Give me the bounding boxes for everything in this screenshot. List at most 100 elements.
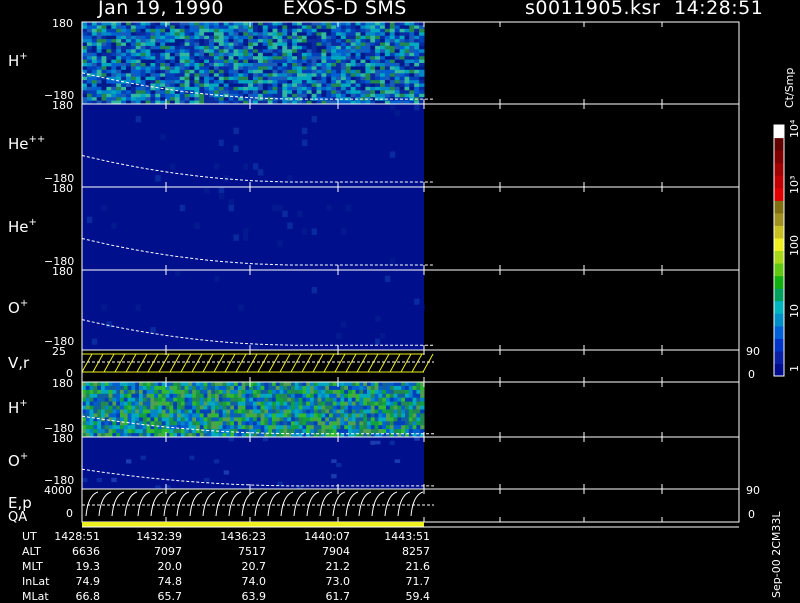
spectro-cell — [145, 139, 151, 146]
spectro-cell — [302, 421, 307, 426]
spectro-cell — [321, 405, 326, 410]
spectro-cell — [313, 397, 319, 403]
spectro-cell — [306, 401, 311, 406]
spectro-cell — [363, 413, 368, 418]
footer-cell: 1436:23 — [220, 530, 266, 543]
spectro-cell — [348, 393, 353, 399]
spectro-cell — [355, 28, 361, 33]
spectro-cell — [233, 32, 239, 37]
spectro-cell — [380, 69, 386, 74]
spectro-cell — [326, 76, 332, 81]
spectro-cell — [389, 56, 396, 61]
spectro-cell — [199, 382, 205, 387]
spectro-cell — [194, 470, 200, 475]
spectro-cell — [262, 477, 269, 483]
spectro-cell — [91, 76, 98, 81]
spectro-cell — [116, 97, 122, 102]
spectro-cell — [297, 287, 303, 294]
spectro-cell — [297, 69, 303, 74]
spectro-cell — [348, 401, 353, 406]
spectro-cell — [267, 45, 274, 50]
spectro-cell — [365, 56, 371, 61]
spectro-cell — [350, 59, 357, 64]
spectro-cell — [329, 401, 334, 406]
spectro-cell — [272, 80, 278, 84]
spectro-cell — [228, 56, 234, 61]
spectro-cell — [165, 393, 170, 399]
spectro-cell — [184, 413, 189, 418]
spectro-cell — [380, 93, 386, 98]
spectro-cell — [177, 417, 182, 422]
spectro-cell — [218, 389, 224, 395]
spectro-cell — [378, 417, 383, 422]
spectro-cell — [404, 83, 410, 88]
spectro-cell — [86, 66, 93, 71]
spectro-cell — [126, 86, 132, 91]
spectro-cell — [126, 97, 132, 102]
spectro-cell — [257, 69, 264, 74]
spectro-cell — [233, 145, 239, 152]
spectro-cell — [316, 63, 322, 67]
spectro-cell — [359, 401, 364, 406]
spectro-cell — [370, 389, 376, 395]
spectro-cell — [409, 25, 415, 30]
spectro-cell — [287, 42, 293, 47]
spectro-cell — [111, 80, 117, 84]
spectro-cell — [97, 385, 102, 391]
spectro-cell — [238, 28, 244, 33]
spectro-cell — [160, 22, 166, 26]
spectro-cell — [363, 421, 368, 426]
spectro-cell — [234, 421, 239, 426]
spectro-cell — [97, 425, 102, 430]
spectro-cell — [282, 63, 288, 67]
spectro-cell — [130, 73, 137, 78]
spectro-cell — [374, 389, 379, 395]
spectro-cell — [297, 28, 303, 33]
spectro-cell — [272, 393, 277, 399]
spectro-cell — [389, 409, 395, 414]
spectro-cell — [116, 425, 121, 430]
spectro-cell — [169, 163, 176, 170]
spectro-cell — [192, 382, 197, 387]
spectro-cell — [370, 28, 376, 33]
spectro-cell — [336, 42, 342, 47]
spectro-cell — [173, 421, 178, 426]
spectro-cell — [194, 222, 200, 229]
spectro-cell — [165, 80, 171, 84]
spectro-cell — [405, 417, 410, 422]
vr-tick — [224, 353, 236, 373]
spectro-cell — [241, 425, 246, 430]
spectro-cell — [222, 389, 227, 395]
spectro-cell — [82, 35, 88, 40]
spectro-cell — [380, 298, 386, 305]
spectro-cell — [101, 397, 106, 403]
spectro-cell — [116, 63, 122, 67]
spectro-cell — [213, 93, 220, 98]
spectro-cell — [135, 80, 142, 84]
spectro-cell — [268, 417, 273, 422]
spectro-cell — [123, 385, 129, 391]
spectro-cell — [194, 76, 200, 81]
spectro-cell — [257, 28, 264, 33]
spectro-cell — [169, 405, 174, 410]
spectro-cell — [230, 389, 235, 395]
spectro-cell — [380, 90, 386, 95]
spectro-cell — [243, 80, 249, 84]
spectro-cell — [82, 25, 88, 30]
spectro-cell — [279, 401, 284, 406]
spectro-cell — [116, 413, 121, 418]
spectro-cell — [189, 63, 195, 67]
spectro-cell — [150, 66, 156, 71]
spectro-cell — [360, 204, 366, 212]
spectro-cell — [223, 477, 230, 483]
spectro-cell — [321, 210, 327, 218]
spectro-cell — [291, 429, 296, 434]
spectro-cell — [301, 32, 308, 37]
spectro-cell — [277, 39, 283, 43]
spectro-cell — [412, 389, 417, 395]
spectro-cell — [184, 97, 190, 102]
spectro-cell — [389, 76, 396, 81]
spectro-cell — [139, 401, 144, 406]
spectro-cell — [375, 86, 381, 91]
spectro-cell — [405, 382, 410, 387]
